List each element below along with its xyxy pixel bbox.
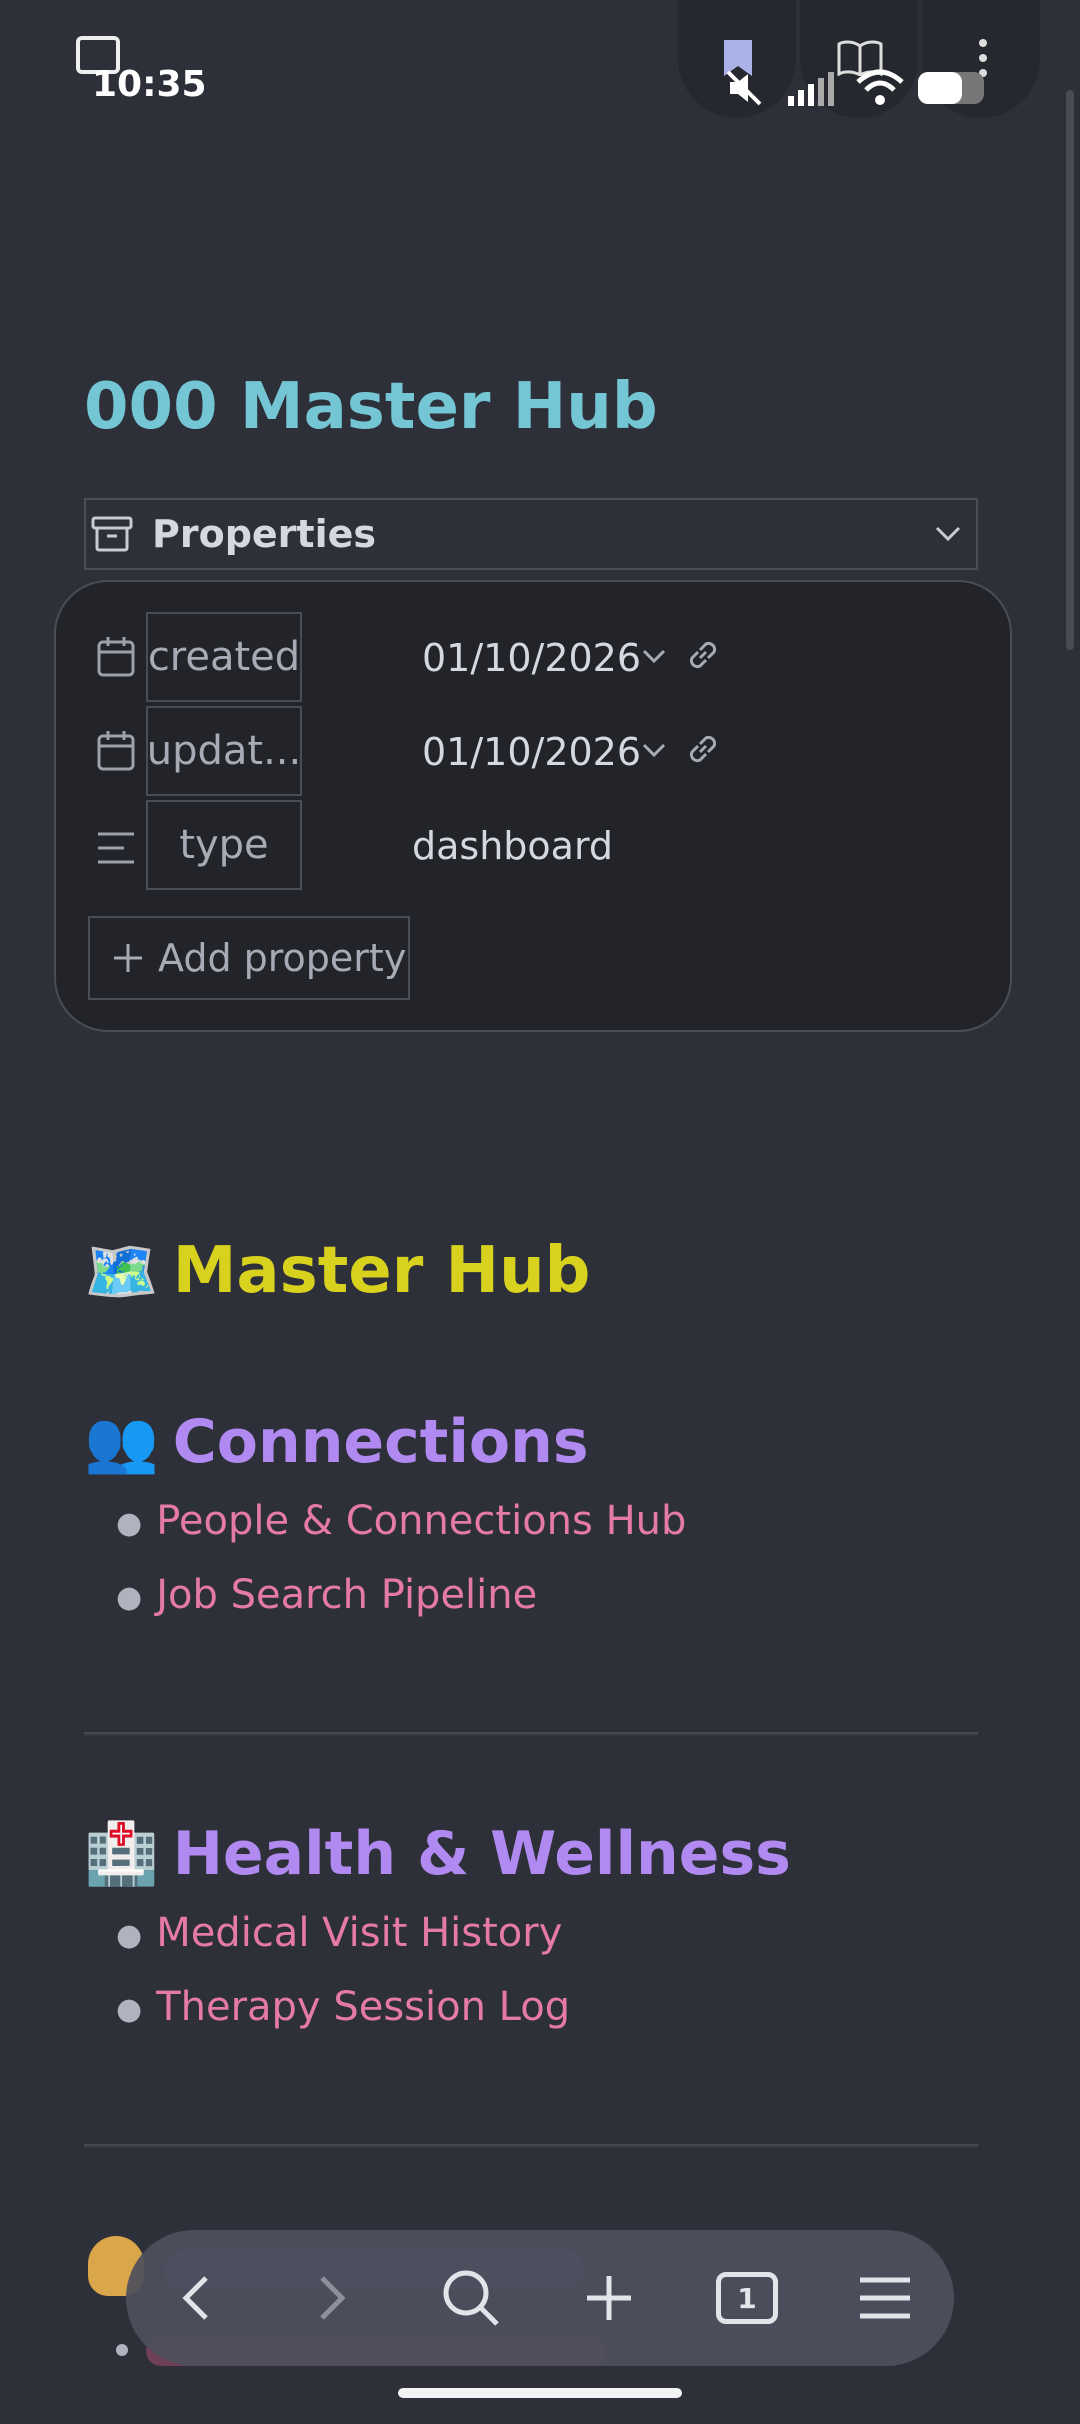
properties-toggle[interactable]: Properties xyxy=(84,498,978,570)
property-value-updated[interactable]: 01/10/2026 xyxy=(422,730,641,774)
tabs-button[interactable]: 1 xyxy=(697,2248,797,2348)
section-heading-health: 🏥 Health & Wellness xyxy=(84,1819,791,1889)
add-property-label: Add property xyxy=(158,936,407,980)
tabs-icon: 1 xyxy=(716,2272,778,2324)
bottom-navigation: 1 xyxy=(126,2230,954,2366)
chevron-down-icon[interactable] xyxy=(642,648,666,664)
master-hub-heading: 🗺️ Master Hub xyxy=(84,1234,591,1308)
search-icon xyxy=(443,2270,499,2326)
search-button[interactable] xyxy=(421,2248,521,2348)
link-medical-visit-history[interactable]: Medical Visit History xyxy=(156,1910,562,1956)
properties-panel: created 01/10/2026 updat... 01/10/2026 t… xyxy=(54,580,1012,1032)
add-property-button[interactable]: Add property xyxy=(88,916,410,1000)
status-time: 10:35 xyxy=(92,64,207,105)
archive-icon xyxy=(91,516,133,552)
link-people-connections-hub[interactable]: People & Connections Hub xyxy=(156,1498,686,1544)
list-item[interactable]: ● Therapy Session Log xyxy=(116,1984,570,2030)
link-icon[interactable] xyxy=(684,636,722,674)
property-key-updated[interactable]: updat... xyxy=(146,706,302,796)
home-indicator[interactable] xyxy=(398,2388,682,2398)
forward-button[interactable] xyxy=(283,2248,383,2348)
text-lines-icon xyxy=(98,832,134,864)
plus-icon xyxy=(587,2276,631,2320)
wifi-icon xyxy=(856,69,904,105)
chevron-right-icon xyxy=(320,2276,346,2320)
link-therapy-session-log[interactable]: Therapy Session Log xyxy=(156,1984,570,2030)
back-button[interactable] xyxy=(145,2248,245,2348)
chevron-down-icon xyxy=(935,526,961,542)
link-icon[interactable] xyxy=(684,730,722,768)
chevron-left-icon xyxy=(182,2276,208,2320)
scrollbar[interactable] xyxy=(1066,90,1074,650)
properties-label: Properties xyxy=(152,512,376,556)
list-item[interactable]: ● People & Connections Hub xyxy=(116,1498,686,1544)
property-key-created[interactable]: created xyxy=(146,612,302,702)
chevron-down-icon[interactable] xyxy=(642,742,666,758)
new-tab-button[interactable] xyxy=(559,2248,659,2348)
more-vertical-icon xyxy=(979,39,987,77)
property-value-created[interactable]: 01/10/2026 xyxy=(422,636,641,680)
battery-icon xyxy=(918,72,984,104)
divider xyxy=(84,2144,978,2148)
divider xyxy=(84,1732,978,1736)
list-item[interactable]: ● Job Search Pipeline xyxy=(116,1572,537,1618)
list-item[interactable]: ● Medical Visit History xyxy=(116,1910,562,1956)
people-icon: 👥 xyxy=(84,1407,159,1477)
world-map-icon: 🗺️ xyxy=(84,1237,159,1307)
link-job-search-pipeline[interactable]: Job Search Pipeline xyxy=(156,1572,537,1618)
hospital-icon: 🏥 xyxy=(84,1819,159,1889)
section-heading-connections: 👥 Connections xyxy=(84,1407,589,1477)
tab-count: 1 xyxy=(737,2281,757,2315)
calendar-icon xyxy=(97,637,135,677)
status-bar: 10:35 xyxy=(0,0,1080,130)
property-value-type[interactable]: dashboard xyxy=(412,824,613,868)
plus-icon xyxy=(114,944,142,972)
page-title[interactable]: 000 Master Hub xyxy=(84,370,658,444)
hamburger-menu-icon xyxy=(860,2277,910,2319)
property-key-type[interactable]: type xyxy=(146,800,302,890)
mute-icon xyxy=(726,70,762,106)
menu-button[interactable] xyxy=(835,2248,935,2348)
signal-icon xyxy=(788,72,834,106)
calendar-icon xyxy=(97,731,135,771)
